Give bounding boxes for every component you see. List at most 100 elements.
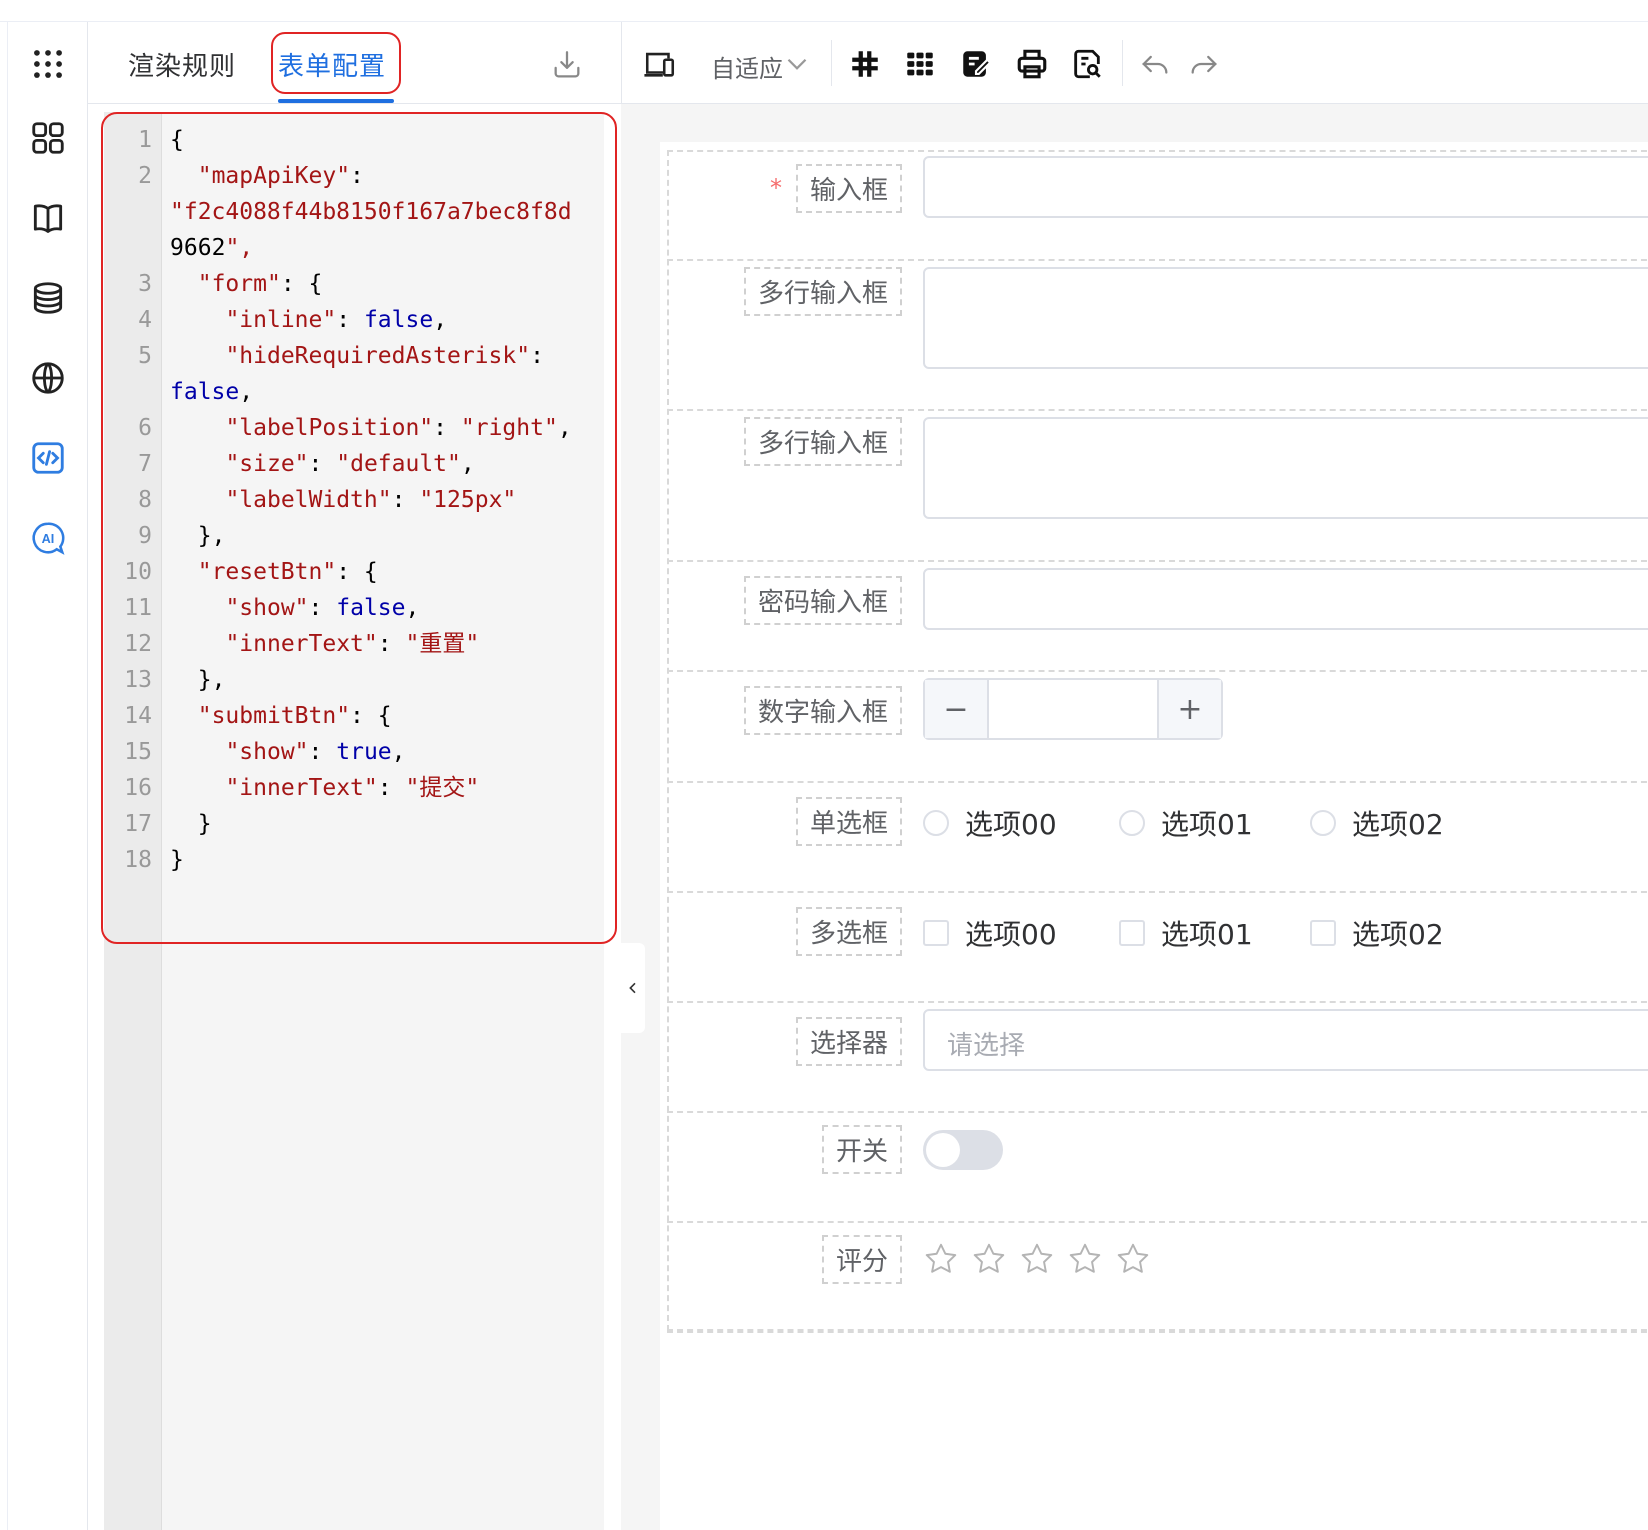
form-label: 多选框: [795, 907, 902, 956]
preview-icon[interactable]: [1069, 46, 1105, 82]
textarea[interactable]: [923, 417, 1648, 519]
code-line[interactable]: 9 },: [104, 518, 604, 554]
toolbar-divider: [831, 40, 832, 86]
code-line[interactable]: 4 "inline": false,: [104, 302, 604, 338]
redo-icon[interactable]: [1186, 46, 1222, 82]
star-icon[interactable]: [1067, 1241, 1103, 1277]
book-icon[interactable]: [28, 198, 68, 238]
code-content[interactable]: 1{2 "mapApiKey": "f2c4088f44b8150f167a7be…: [104, 122, 604, 878]
radio-circle[interactable]: [1310, 810, 1336, 836]
code-line[interactable]: 9662",: [104, 230, 604, 266]
code-line[interactable]: 14 "submitBtn": {: [104, 698, 604, 734]
checkbox[interactable]: [923, 920, 949, 946]
radio-option[interactable]: 选项00: [923, 803, 1057, 843]
ai-icon[interactable]: AI: [28, 518, 68, 558]
download-icon[interactable]: [550, 48, 584, 82]
code-text: },: [197, 667, 226, 693]
select-input[interactable]: 请选择: [923, 1009, 1648, 1071]
code-line[interactable]: 13 },: [104, 662, 604, 698]
form-item-checkbox[interactable]: 多选框 选项00 选项01 选项02: [667, 893, 1648, 1003]
checkbox-option[interactable]: 选项02: [1310, 913, 1444, 953]
star-icon[interactable]: [1019, 1241, 1055, 1277]
components-icon[interactable]: [28, 118, 68, 158]
code-line[interactable]: 11 "show": false,: [104, 590, 604, 626]
grid-hash-icon[interactable]: [847, 46, 883, 82]
line-number: 9: [138, 523, 152, 549]
code-line[interactable]: 8 "labelWidth": "125px": [104, 482, 604, 518]
form-item-radio[interactable]: 单选框 选项00 选项01 选项02: [667, 783, 1648, 893]
code-text: "resetBtn": {: [197, 559, 378, 585]
code-line[interactable]: 17 }: [104, 806, 604, 842]
form-label: 选择器: [795, 1017, 902, 1066]
code-line[interactable]: 5 "hideRequiredAsterisk":: [104, 338, 604, 374]
checkbox-option[interactable]: 选项01: [1119, 913, 1253, 953]
checkbox-option[interactable]: 选项00: [923, 913, 1057, 953]
code-text: "innerText": "重置": [225, 631, 480, 657]
code-icon[interactable]: [28, 438, 68, 478]
code-text: false,: [170, 379, 254, 405]
code-line[interactable]: 10 "resetBtn": {: [104, 554, 604, 590]
form-item-select[interactable]: 选择器 请选择: [667, 1003, 1648, 1113]
code-text: },: [197, 523, 226, 549]
star-icon[interactable]: [971, 1241, 1007, 1277]
number-stepper[interactable]: − +: [923, 678, 1223, 740]
code-line[interactable]: false,: [104, 374, 604, 410]
device-mode-select[interactable]: 自适应: [711, 49, 783, 84]
code-text: "labelWidth": "125px": [225, 487, 517, 513]
database-icon[interactable]: [28, 278, 68, 318]
code-line[interactable]: 12 "innerText": "重置": [104, 626, 604, 662]
app-menu-icon[interactable]: [28, 44, 68, 84]
code-line[interactable]: "f2c4088f44b8150f167a7bec8f8d: [104, 194, 604, 230]
textarea[interactable]: [923, 267, 1648, 369]
tab-form-config[interactable]: 表单配置: [278, 46, 386, 83]
toggle-switch[interactable]: [923, 1130, 1003, 1170]
columns-icon[interactable]: [902, 46, 938, 82]
rating[interactable]: [923, 1241, 1163, 1277]
form-item-switch[interactable]: 开关: [667, 1113, 1648, 1223]
left-edge: [0, 22, 8, 1530]
radio-option[interactable]: 选项02: [1310, 803, 1444, 843]
line-number: 1: [138, 127, 152, 153]
chevron-down-icon[interactable]: [779, 46, 815, 82]
line-number: 7: [138, 451, 152, 477]
code-line[interactable]: 6 "labelPosition": "right",: [104, 410, 604, 446]
globe-icon[interactable]: [28, 358, 68, 398]
password-input[interactable]: [923, 568, 1648, 630]
radio-circle[interactable]: [1119, 810, 1145, 836]
code-line[interactable]: 7 "size": "default",: [104, 446, 604, 482]
code-text: "inline": false,: [225, 307, 448, 333]
code-line[interactable]: 1{: [104, 122, 604, 158]
star-icon[interactable]: [1115, 1241, 1151, 1277]
code-line[interactable]: 16 "innerText": "提交": [104, 770, 604, 806]
undo-icon[interactable]: [1137, 46, 1173, 82]
checkbox[interactable]: [1119, 920, 1145, 946]
code-line[interactable]: 18}: [104, 842, 604, 878]
form-item-rate[interactable]: 评分: [667, 1223, 1648, 1333]
required-asterisk: *: [770, 174, 782, 202]
form-item-textarea[interactable]: 多行输入框: [667, 261, 1648, 411]
device-icon[interactable]: [642, 46, 678, 82]
radio-option[interactable]: 选项01: [1119, 803, 1253, 843]
collapse-panel-button[interactable]: [621, 943, 645, 1033]
print-icon[interactable]: [1014, 46, 1050, 82]
decrease-button[interactable]: −: [925, 680, 989, 738]
text-input[interactable]: [923, 156, 1648, 218]
form-item-password[interactable]: 密码输入框: [667, 562, 1648, 672]
code-text: "submitBtn": {: [197, 703, 392, 729]
code-text: "mapApiKey":: [197, 163, 364, 189]
radio-circle[interactable]: [923, 810, 949, 836]
form-item-number[interactable]: 数字输入框 − +: [667, 672, 1648, 783]
form-item-input[interactable]: * 输入框: [667, 150, 1648, 261]
code-line[interactable]: 3 "form": {: [104, 266, 604, 302]
checkbox[interactable]: [1310, 920, 1336, 946]
form-item-textarea[interactable]: 多行输入框: [667, 411, 1648, 562]
select-placeholder: 请选择: [947, 1031, 1026, 1061]
tab-render-rules[interactable]: 渲染规则: [128, 46, 236, 83]
json-editor[interactable]: 1{2 "mapApiKey": "f2c4088f44b8150f167a7be…: [104, 112, 604, 1530]
code-line[interactable]: 15 "show": true,: [104, 734, 604, 770]
code-line[interactable]: 2 "mapApiKey":: [104, 158, 604, 194]
star-icon[interactable]: [923, 1241, 959, 1277]
edit-form-icon[interactable]: [958, 46, 994, 82]
top-strip: [0, 0, 1648, 22]
increase-button[interactable]: +: [1157, 680, 1221, 738]
